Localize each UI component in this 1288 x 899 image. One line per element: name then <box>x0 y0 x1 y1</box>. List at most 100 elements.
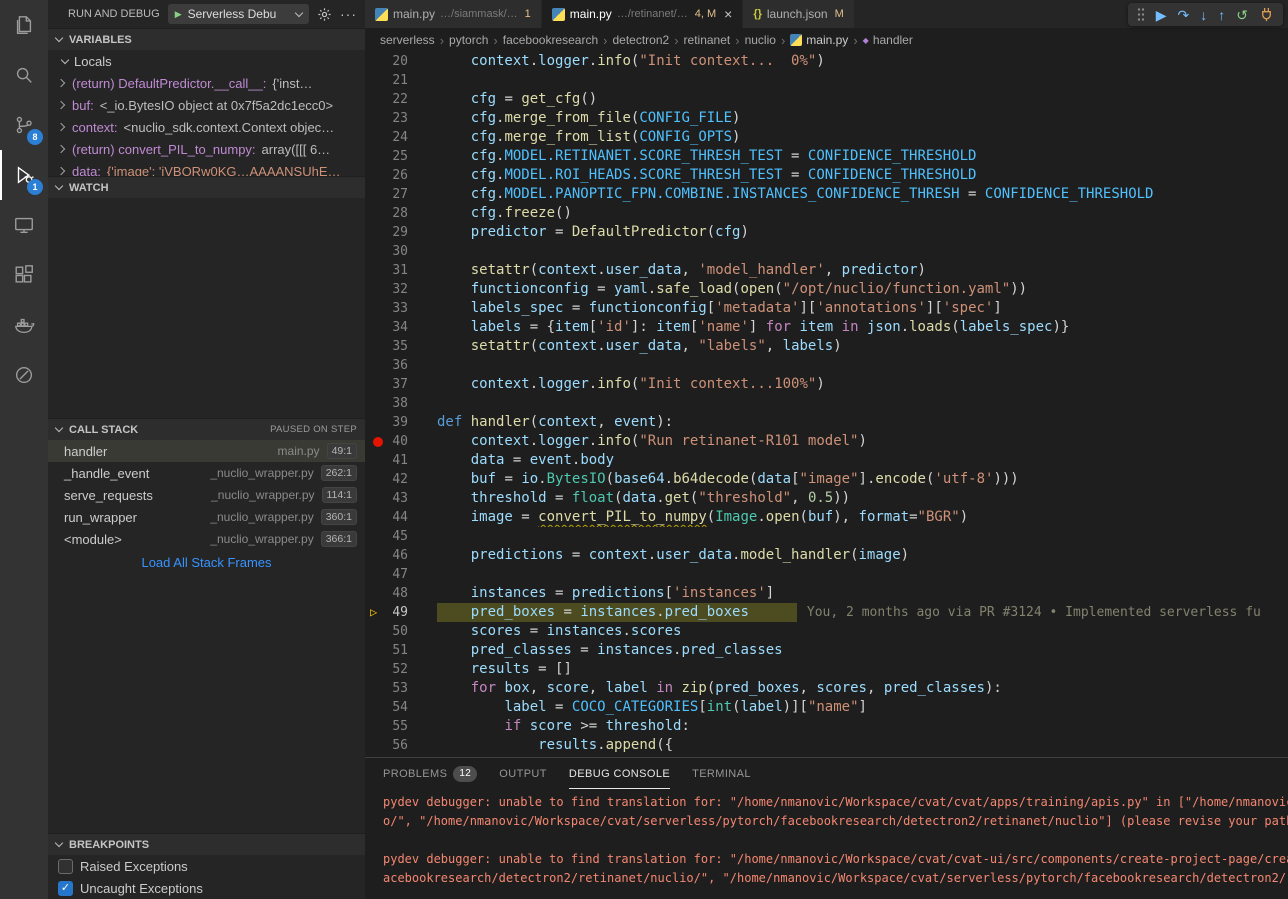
gutter[interactable]: 43 <box>365 489 437 508</box>
gutter[interactable]: 25 <box>365 147 437 166</box>
editor-tab[interactable]: main.py…/siammask/…1 <box>365 0 542 28</box>
step-into-icon[interactable]: ↓ <box>1200 7 1207 23</box>
panel-tab-terminal[interactable]: TERMINAL <box>692 758 751 789</box>
extensions-icon[interactable] <box>0 250 48 300</box>
code-line[interactable]: 20 context.logger.info("Init context... … <box>365 52 1288 71</box>
code-line[interactable]: 30 <box>365 242 1288 261</box>
disconnect-icon[interactable] <box>1259 7 1274 22</box>
stack-frame[interactable]: _handle_event_nuclio_wrapper.py262:1 <box>48 462 365 484</box>
gutter[interactable]: 55 <box>365 717 437 736</box>
gutter[interactable]: 53 <box>365 679 437 698</box>
code-line[interactable]: 39def handler(context, event): <box>365 413 1288 432</box>
code-line[interactable]: 22 cfg = get_cfg() <box>365 90 1288 109</box>
gutter[interactable]: 28 <box>365 204 437 223</box>
gutter[interactable]: 29 <box>365 223 437 242</box>
code-line[interactable]: ▷49 pred_boxes = instances.pred_boxesYou… <box>365 603 1288 622</box>
variable-row[interactable]: (return) DefaultPredictor.__call__:{'ins… <box>48 72 365 94</box>
gutter[interactable]: 48 <box>365 584 437 603</box>
code-line[interactable]: 47 <box>365 565 1288 584</box>
gutter[interactable]: 27 <box>365 185 437 204</box>
gutter[interactable]: 24 <box>365 128 437 147</box>
code-line[interactable]: 33 labels_spec = functionconfig['metadat… <box>365 299 1288 318</box>
code-line[interactable]: 35 setattr(context.user_data, "labels", … <box>365 337 1288 356</box>
code-line[interactable]: 48 instances = predictions['instances'] <box>365 584 1288 603</box>
checkbox[interactable]: ✓ <box>58 881 73 896</box>
gutter[interactable]: 45 <box>365 527 437 546</box>
code-line[interactable]: 36 <box>365 356 1288 375</box>
code-line[interactable]: 26 cfg.MODEL.ROI_HEADS.SCORE_THRESH_TEST… <box>365 166 1288 185</box>
debug-config-dropdown[interactable]: ▶ Serverless Debu <box>168 4 309 24</box>
editor-tab[interactable]: {}launch.jsonM <box>743 0 854 28</box>
gutter[interactable]: 38 <box>365 394 437 413</box>
gutter[interactable]: 39 <box>365 413 437 432</box>
gutter[interactable]: 40 <box>365 432 437 451</box>
docker-icon[interactable] <box>0 300 48 350</box>
watch-section-header[interactable]: WATCH <box>48 176 365 198</box>
code-line[interactable]: 53 for box, score, label in zip(pred_box… <box>365 679 1288 698</box>
code-line[interactable]: 25 cfg.MODEL.RETINANET.SCORE_THRESH_TEST… <box>365 147 1288 166</box>
gutter[interactable]: 44 <box>365 508 437 527</box>
breadcrumb-item[interactable]: nuclio <box>745 33 776 47</box>
code-line[interactable]: 51 pred_classes = instances.pred_classes <box>365 641 1288 660</box>
code-line[interactable]: 27 cfg.MODEL.PANOPTIC_FPN.COMBINE.INSTAN… <box>365 185 1288 204</box>
code-line[interactable]: 24 cfg.merge_from_list(CONFIG_OPTS) <box>365 128 1288 147</box>
remote-explorer-icon[interactable] <box>0 200 48 250</box>
step-out-icon[interactable]: ↑ <box>1218 7 1225 23</box>
code-line[interactable]: 43 threshold = float(data.get("threshold… <box>365 489 1288 508</box>
variable-row[interactable]: context:<nuclio_sdk.context.Context obje… <box>48 116 365 138</box>
gutter[interactable]: 21 <box>365 71 437 90</box>
variables-section-header[interactable]: VARIABLES <box>48 28 365 50</box>
stack-frame[interactable]: <module>_nuclio_wrapper.py366:1 <box>48 528 365 550</box>
gutter[interactable]: 47 <box>365 565 437 584</box>
code-line[interactable]: 21 <box>365 71 1288 90</box>
breakpoint-row[interactable]: Raised Exceptions <box>48 855 365 877</box>
code-line[interactable]: 54 label = COCO_CATEGORIES[int(label)]["… <box>365 698 1288 717</box>
debug-settings-gear-icon[interactable] <box>317 7 332 22</box>
code-line[interactable]: 31 setattr(context.user_data, 'model_han… <box>365 261 1288 280</box>
gutter[interactable]: 54 <box>365 698 437 717</box>
panel-tab-output[interactable]: OUTPUT <box>499 758 547 789</box>
gutter[interactable]: 33 <box>365 299 437 318</box>
callstack-section-header[interactable]: CALL STACK PAUSED ON STEP <box>48 418 365 440</box>
gutter[interactable]: 30 <box>365 242 437 261</box>
code-line[interactable]: 52 results = [] <box>365 660 1288 679</box>
breakpoint-row[interactable]: ✓Uncaught Exceptions <box>48 877 365 899</box>
code-line[interactable]: 45 <box>365 527 1288 546</box>
start-debug-icon[interactable]: ▶ <box>175 9 182 20</box>
close-icon[interactable]: × <box>724 8 732 20</box>
source-control-icon[interactable]: 8 <box>0 100 48 150</box>
gutter[interactable]: ▷49 <box>365 603 437 622</box>
panel-tab-problems[interactable]: PROBLEMS12 <box>383 758 477 789</box>
breakpoints-section-header[interactable]: BREAKPOINTS <box>48 833 365 855</box>
gutter[interactable]: 50 <box>365 622 437 641</box>
variable-row[interactable]: data:{'image': 'iVBORw0KG…AAAANSUhE… <box>48 160 365 176</box>
circle-extension-icon[interactable] <box>0 350 48 400</box>
restart-icon[interactable]: ↺ <box>1236 7 1248 23</box>
load-all-stack-frames-link[interactable]: Load All Stack Frames <box>48 550 365 570</box>
gutter[interactable]: 42 <box>365 470 437 489</box>
code-line[interactable]: 41 data = event.body <box>365 451 1288 470</box>
code-area[interactable]: 20 context.logger.info("Init context... … <box>365 52 1288 757</box>
gutter[interactable]: 51 <box>365 641 437 660</box>
gutter[interactable]: 22 <box>365 90 437 109</box>
code-line[interactable]: 29 predictor = DefaultPredictor(cfg) <box>365 223 1288 242</box>
code-line[interactable]: 46 predictions = context.user_data.model… <box>365 546 1288 565</box>
code-line[interactable]: 38 <box>365 394 1288 413</box>
variables-scope-locals[interactable]: Locals <box>48 50 365 72</box>
run-and-debug-icon[interactable]: 1 <box>0 150 48 200</box>
breadcrumb-item[interactable]: detectron2 <box>612 33 669 47</box>
stack-frame[interactable]: serve_requests_nuclio_wrapper.py114:1 <box>48 484 365 506</box>
breadcrumb-item[interactable]: main.py <box>790 33 848 47</box>
code-line[interactable]: 42 buf = io.BytesIO(base64.b64decode(dat… <box>365 470 1288 489</box>
gutter[interactable]: 34 <box>365 318 437 337</box>
breakpoint-icon[interactable] <box>373 437 383 447</box>
continue-icon[interactable]: ▶ <box>1156 7 1167 23</box>
breadcrumb-item[interactable]: retinanet <box>684 33 731 47</box>
more-actions-icon[interactable]: ··· <box>340 6 357 22</box>
variable-row[interactable]: (return) convert_PIL_to_numpy:array([[[ … <box>48 138 365 160</box>
gutter[interactable]: 20 <box>365 52 437 71</box>
panel-tab-debug-console[interactable]: DEBUG CONSOLE <box>569 758 670 789</box>
breadcrumb-item[interactable]: ◆handler <box>863 33 913 47</box>
debug-console[interactable]: pydev debugger: unable to find translati… <box>365 789 1288 899</box>
stack-frame[interactable]: run_wrapper_nuclio_wrapper.py360:1 <box>48 506 365 528</box>
